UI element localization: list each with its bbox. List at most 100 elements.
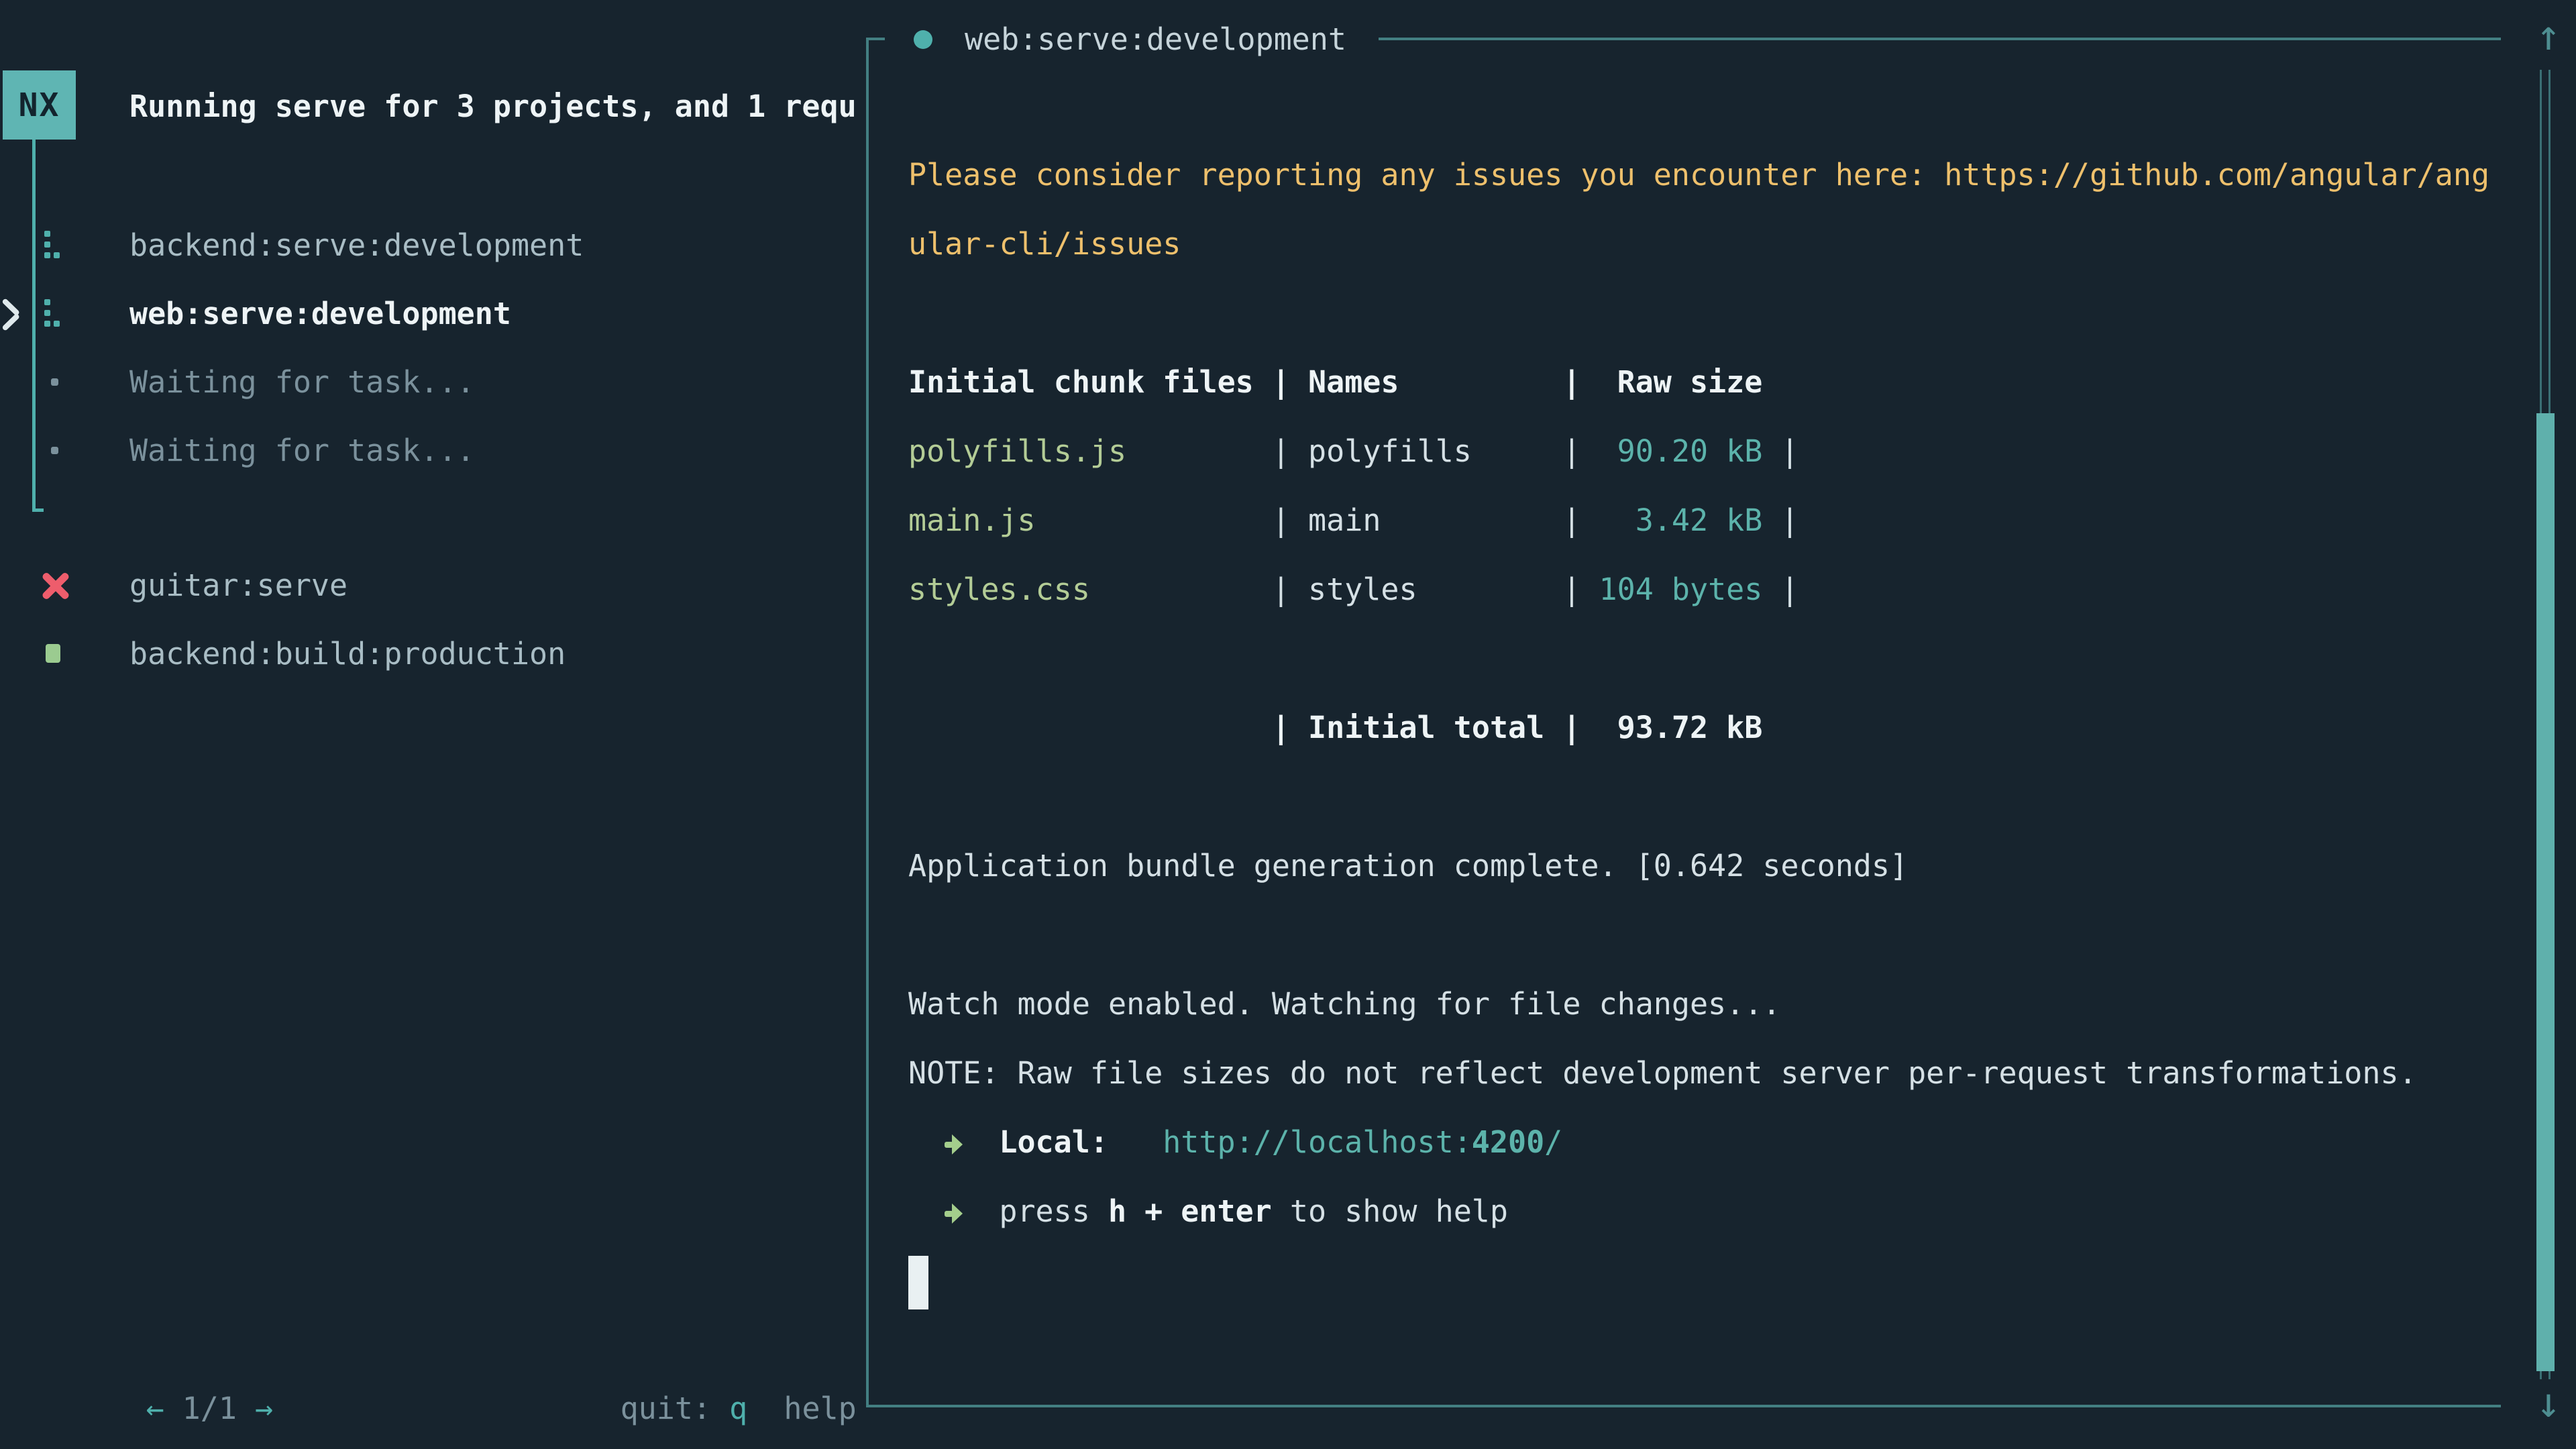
terminal-text: polyfills.js xyxy=(908,433,1272,469)
sidebar-task-0[interactable]: backend:serve:development xyxy=(0,211,859,280)
task-sidebar: NX Running serve for 3 projects, and 1 r… xyxy=(0,0,859,1449)
running-spinner-icon xyxy=(44,231,50,237)
url-link[interactable]: ular-cli/issues xyxy=(908,226,1181,262)
terminal-text: to show help xyxy=(1272,1193,1508,1229)
terminal-line xyxy=(908,1246,2489,1315)
task-label: Waiting for task... xyxy=(129,347,475,417)
panel-border-bottom xyxy=(866,1405,2501,1407)
sidebar-task-4[interactable]: guitar:serve xyxy=(0,551,859,620)
terminal-text xyxy=(1108,1124,1163,1160)
waiting-dot-icon xyxy=(51,378,58,386)
running-spinner-icon xyxy=(44,299,50,305)
terminal-text: styles.css xyxy=(908,572,1272,607)
arrow-right-icon xyxy=(945,1199,963,1228)
terminal-text: | xyxy=(1562,502,1635,538)
sidebar-task-3[interactable]: Waiting for task... xyxy=(0,416,859,485)
terminal-text: | xyxy=(1762,502,1799,538)
panel-border-top xyxy=(1379,38,2501,40)
url-link[interactable]: / xyxy=(1544,1124,1562,1160)
panel-border-top-stub xyxy=(866,38,885,40)
terminal-line: ular-cli/issues xyxy=(908,209,2489,278)
terminal-line: Please consider reporting any issues you… xyxy=(908,140,2489,209)
terminal-text: 3.42 kB xyxy=(1635,502,1763,538)
terminal-text: 104 bytes xyxy=(1599,572,1763,607)
arrow-right-icon xyxy=(945,1130,963,1159)
terminal-text: | xyxy=(1762,572,1799,607)
terminal-line xyxy=(908,900,2489,969)
terminal-text xyxy=(963,1124,999,1160)
task-output-terminal: Please consider reporting any issues you… xyxy=(908,140,2489,1315)
terminal-line: Local: http://localhost:4200/ xyxy=(908,1108,2489,1177)
terminal-line xyxy=(908,762,2489,831)
terminal-text: press xyxy=(999,1193,1108,1229)
task-label: Waiting for task... xyxy=(129,416,475,485)
scrollbar-thumb[interactable] xyxy=(2536,413,2555,1371)
url-link[interactable]: http://localhost: xyxy=(1163,1124,1472,1160)
terminal-text: Application bundle generation complete. … xyxy=(908,848,1908,883)
terminal-text xyxy=(908,1193,945,1229)
terminal-line: styles.css | styles | 104 bytes | xyxy=(908,555,2489,624)
terminal-text: | xyxy=(1562,572,1599,607)
sidebar-task-5[interactable]: backend:build:production xyxy=(0,619,859,688)
pager-next-arrow[interactable]: → xyxy=(255,1391,273,1426)
url-link[interactable]: 4200 xyxy=(1472,1124,1544,1160)
help-shortcut-label: help: xyxy=(747,1391,859,1426)
task-label: backend:build:production xyxy=(129,619,566,688)
terminal-text: | Initial total | 93.72 kB xyxy=(908,710,1762,745)
task-label: guitar:serve xyxy=(129,551,347,620)
running-status-dot-icon xyxy=(914,30,932,49)
panel-border-left xyxy=(866,38,869,1407)
terminal-text: Watch mode enabled. Watching for file ch… xyxy=(908,986,1780,1022)
terminal-line: Application bundle generation complete. … xyxy=(908,831,2489,900)
success-square-icon xyxy=(46,644,60,663)
terminal-text: | xyxy=(1272,502,1308,538)
terminal-line: polyfills.js | polyfills | 90.20 kB | xyxy=(908,417,2489,486)
output-panel-title: web:serve:development xyxy=(965,21,1346,58)
pager-page-label: 1/1 xyxy=(182,1391,237,1426)
terminal-text: styles xyxy=(1308,572,1562,607)
scroll-down-arrow-icon[interactable]: ↓ xyxy=(2522,1373,2575,1433)
terminal-text xyxy=(908,1124,945,1160)
terminal-line: NOTE: Raw file sizes do not reflect deve… xyxy=(908,1038,2489,1108)
sidebar-task-1[interactable]: web:serve:development xyxy=(0,279,859,348)
terminal-text: Please consider reporting any issues you… xyxy=(908,157,1944,193)
terminal-text: | xyxy=(1762,433,1799,469)
terminal-text: 90.20 kB xyxy=(1617,433,1763,469)
terminal-text: main.js xyxy=(908,502,1272,538)
terminal-cursor xyxy=(908,1256,928,1309)
terminal-text: | xyxy=(1272,572,1308,607)
terminal-text: Local: xyxy=(999,1124,1108,1160)
terminal-text: polyfills xyxy=(1308,433,1562,469)
task-group-line-foot xyxy=(32,508,44,512)
task-label: backend:serve:development xyxy=(129,211,584,280)
nx-terminal-screen: NX Running serve for 3 projects, and 1 r… xyxy=(0,0,2576,1449)
terminal-line: Watch mode enabled. Watching for file ch… xyxy=(908,969,2489,1038)
terminal-line: Initial chunk files | Names | Raw size xyxy=(908,347,2489,417)
terminal-text xyxy=(963,1193,999,1229)
pager-prev-arrow[interactable]: ← xyxy=(146,1391,164,1426)
sidebar-task-2[interactable]: Waiting for task... xyxy=(0,347,859,417)
terminal-line: main.js | main | 3.42 kB | xyxy=(908,486,2489,555)
terminal-line xyxy=(908,624,2489,693)
terminal-text: Initial chunk files | Names | Raw size xyxy=(908,364,1762,400)
selected-task-chevron-icon xyxy=(3,295,26,333)
failed-cross-icon xyxy=(40,570,71,601)
terminal-text: | xyxy=(1272,433,1308,469)
quit-shortcut-key: q xyxy=(729,1391,747,1426)
terminal-text: main xyxy=(1308,502,1562,538)
scroll-up-arrow-icon[interactable]: ↑ xyxy=(2522,5,2575,66)
pager: ←1/1→ xyxy=(37,1305,273,1374)
terminal-line xyxy=(908,278,2489,347)
terminal-text: NOTE: Raw file sizes do not reflect deve… xyxy=(908,1055,2417,1091)
url-link[interactable]: https://github.com/angular/ang xyxy=(1944,157,2489,193)
quit-shortcut-label: quit: xyxy=(621,1391,730,1426)
terminal-text: h + enter xyxy=(1108,1193,1272,1229)
task-label: web:serve:development xyxy=(129,279,511,348)
keyboard-shortcuts: quit: q help: ? xyxy=(511,1305,859,1374)
nx-logo-badge: NX xyxy=(3,70,76,140)
terminal-line: | Initial total | 93.72 kB xyxy=(908,693,2489,762)
terminal-line: press h + enter to show help xyxy=(908,1177,2489,1246)
waiting-dot-icon xyxy=(51,447,58,454)
terminal-text: | xyxy=(1562,433,1617,469)
run-summary-title: Running serve for 3 projects, and 1 requ xyxy=(129,87,857,127)
